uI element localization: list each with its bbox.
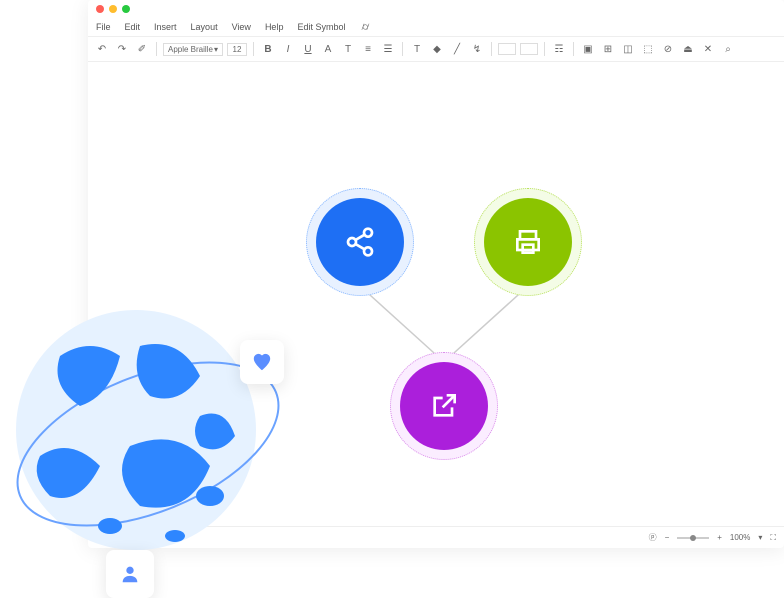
menu-edit-symbol[interactable]: Edit Symbol	[297, 22, 345, 32]
undo-button[interactable]: ↶	[94, 41, 110, 57]
insert-shape-button[interactable]: ◫	[620, 41, 636, 57]
font-size-input[interactable]: 12	[227, 43, 247, 56]
underline-button[interactable]: U	[300, 41, 316, 57]
menu-file[interactable]: File	[96, 22, 111, 32]
heart-icon	[252, 353, 272, 371]
connector-line	[360, 286, 444, 362]
menu-edit[interactable]: Edit	[125, 22, 141, 32]
diagram-node-printer[interactable]	[484, 198, 572, 286]
diagram-node-export[interactable]	[400, 362, 488, 450]
settings-icon[interactable]: ✕	[700, 41, 716, 57]
zoom-slider[interactable]	[677, 537, 709, 539]
connector-tool-button[interactable]: ↯	[469, 41, 485, 57]
external-link-icon	[428, 390, 460, 422]
diagram-node-share[interactable]	[316, 198, 404, 286]
toolbar: ↶ ↷ ✐ Apple Braille▾ 12 B I U A T ≡ ☰ T …	[88, 36, 784, 62]
insert-table-button[interactable]: ⊞	[600, 41, 616, 57]
zoom-out-button[interactable]: −	[665, 533, 670, 542]
menu-layout[interactable]: Layout	[191, 22, 218, 32]
text-size-button[interactable]: T	[340, 41, 356, 57]
chevron-down-icon[interactable]: ▾	[758, 533, 762, 542]
align-left-button[interactable]: ≡	[360, 41, 376, 57]
user-icon	[119, 563, 141, 585]
presentation-icon[interactable]: ⓟ	[649, 532, 657, 543]
italic-button[interactable]: I	[280, 41, 296, 57]
titlebar	[88, 0, 784, 18]
zoom-level[interactable]: 100%	[730, 533, 750, 542]
insert-image-button[interactable]: ▣	[580, 41, 596, 57]
user-card	[106, 550, 154, 598]
heart-card	[240, 340, 284, 384]
align-center-button[interactable]: ☰	[380, 41, 396, 57]
redo-button[interactable]: ↷	[114, 41, 130, 57]
search-icon[interactable]: ⌕	[720, 41, 736, 57]
cancel-icon[interactable]: ⊘	[660, 41, 676, 57]
menu-help[interactable]: Help	[265, 22, 284, 32]
window-zoom-icon[interactable]	[122, 5, 130, 13]
pretzel-icon[interactable]: ⌭	[361, 21, 369, 34]
font-color-button[interactable]: A	[320, 41, 336, 57]
fullscreen-icon[interactable]: ⛶	[770, 533, 776, 543]
text-tool-button[interactable]: T	[409, 41, 425, 57]
fill-color-button[interactable]: ◆	[429, 41, 445, 57]
lock-icon[interactable]: ⏏	[680, 41, 696, 57]
menu-insert[interactable]: Insert	[154, 22, 177, 32]
insert-chart-button[interactable]: ⬚	[640, 41, 656, 57]
color-swatch-2[interactable]	[520, 43, 538, 55]
menu-view[interactable]: View	[232, 22, 251, 32]
line-tool-button[interactable]: ╱	[449, 41, 465, 57]
color-swatch-1[interactable]	[498, 43, 516, 55]
share-icon	[344, 226, 376, 258]
zoom-in-button[interactable]: +	[717, 533, 722, 542]
printer-icon	[512, 226, 544, 258]
list-button[interactable]: ☶	[551, 41, 567, 57]
window-minimize-icon[interactable]	[109, 5, 117, 13]
format-painter-button[interactable]: ✐	[134, 41, 150, 57]
menubar: File Edit Insert Layout View Help Edit S…	[88, 18, 784, 36]
window-close-icon[interactable]	[96, 5, 104, 13]
font-family-select[interactable]: Apple Braille▾	[163, 43, 223, 56]
connector-line	[444, 286, 528, 362]
bold-button[interactable]: B	[260, 41, 276, 57]
